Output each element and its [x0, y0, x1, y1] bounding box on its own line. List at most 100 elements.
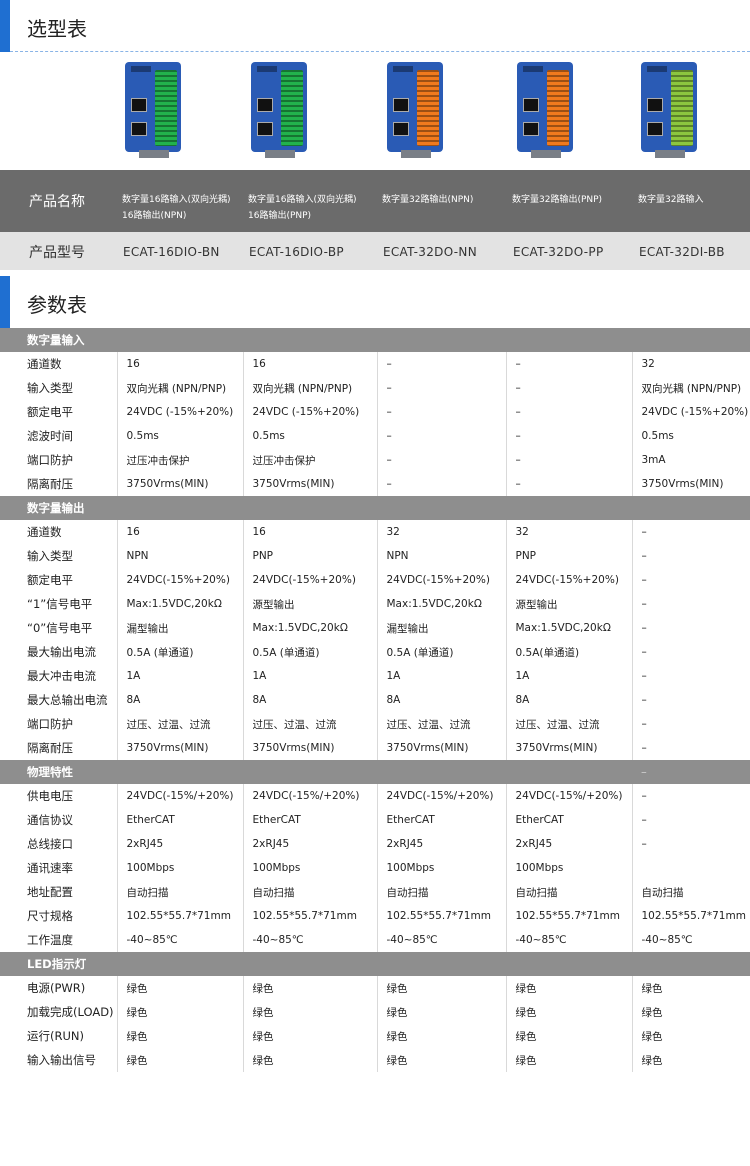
din-rail-clip [139, 150, 169, 158]
table-row: 地址配置 自动扫描 自动扫描 自动扫描 自动扫描 自动扫描 [0, 880, 750, 904]
din-rail-clip [401, 150, 431, 158]
param-value: 102.55*55.7*71mm [641, 910, 746, 922]
param-label: 最大输出电流 [0, 640, 118, 664]
category-cell [243, 328, 377, 352]
param-value: -40~85℃ [117, 928, 244, 952]
category-cell [506, 760, 632, 784]
category-row: LED指示灯 [0, 952, 750, 976]
param-value: 双向光耦 (NPN/PNP) [117, 376, 244, 400]
param-value: 0.5A (单通道) [377, 640, 507, 664]
product-name-line: 16路输出(PNP) [248, 211, 312, 221]
terminal-block [281, 70, 303, 146]
params-table: 数字量输入 通道数 16 16– –32 输入类型 双向光耦 (NPN/PNP) 双向光耦 (… [0, 328, 750, 1072]
product-name: 数字量32路输出(NPN) [382, 192, 473, 208]
param-value: 双向光耦 (NPN/PNP) [641, 382, 742, 395]
rj45-port-icon [131, 98, 147, 112]
category-cell [632, 328, 750, 352]
param-value: 绿色 [377, 1048, 507, 1072]
param-value: 24VDC (-15%+20%) [243, 400, 378, 424]
terminal-block [671, 70, 693, 146]
product-name: 数字量16路输入(双向光耦) 16路输出(PNP) [248, 192, 356, 224]
param-value: 100Mbps [117, 856, 244, 880]
table-row: 通讯速率 100Mbps 100Mbps 100Mbps 100Mbps [0, 856, 750, 880]
param-value: – [641, 790, 647, 802]
table-row: “1”信号电平 Max:1.5VDC,20kΩ 源型输出 Max:1.5VDC,20k… [0, 592, 750, 616]
param-value: Max:1.5VDC,20kΩ [506, 616, 633, 640]
param-value: 24VDC(-15%/+20%) [506, 784, 633, 808]
product-image [251, 62, 307, 158]
param-value: 3750Vrms(MIN) [377, 736, 507, 760]
param-value: 双向光耦 (NPN/PNP) [243, 376, 378, 400]
param-value: 3750Vrms(MIN) [243, 472, 378, 496]
param-value: 0.5A (单通道) [117, 640, 244, 664]
param-label: 通道数 [0, 352, 118, 376]
product-name: 数字量32路输入 [638, 192, 703, 208]
product-name-line: 数字量32路输入 [638, 195, 704, 205]
param-value: – [641, 694, 647, 706]
param-value: 绿色 [377, 1024, 507, 1048]
param-value: 1A [117, 664, 244, 688]
param-value: – [641, 646, 647, 658]
param-value: 100Mbps [377, 856, 507, 880]
param-value: 绿色 [506, 1000, 633, 1024]
param-value: Max:1.5VDC,20kΩ [117, 592, 244, 616]
param-value: -40~85℃ [506, 928, 633, 952]
param-value: Max:1.5VDC,20kΩ [243, 616, 378, 640]
param-label: 最大冲击电流 [0, 664, 118, 688]
param-value: 1A [377, 664, 507, 688]
param-label: 输入类型 [0, 376, 118, 400]
rj45-port-icon [393, 122, 409, 136]
table-row: 通道数 16 16 32 32– [0, 520, 750, 544]
param-value: – [506, 448, 633, 472]
param-value: 8A [506, 688, 633, 712]
category-cell [117, 760, 243, 784]
param-value: 自动扫描 [377, 880, 507, 904]
category-title: LED指示灯 [0, 952, 117, 976]
param-value [632, 856, 750, 880]
table-row: 端口防护 过压冲击保护 过压冲击保护 – –3mA [0, 448, 750, 472]
param-value: 0.5ms [641, 430, 674, 442]
table-row: 最大总输出电流 8A 8A 8A 8A – [0, 688, 750, 712]
param-value: 3750Vrms(MIN) [243, 736, 378, 760]
table-row: 加载完成(LOAD) 绿色 绿色 绿色 绿色 绿色 [0, 1000, 750, 1024]
param-value: 2xRJ45 [243, 832, 378, 856]
params-section-header: 参数表 [0, 276, 750, 328]
param-value: PNP [243, 544, 378, 568]
param-value: 100Mbps [506, 856, 633, 880]
module-logo [393, 66, 413, 72]
param-value: – [641, 574, 647, 586]
param-value: 32 [377, 520, 507, 544]
product-model: ECAT-16DIO-BN [123, 245, 220, 259]
param-value: 漏型输出 [377, 616, 507, 640]
table-row: 滤波时间 0.5ms 0.5ms – –0.5ms [0, 424, 750, 448]
param-value: 16 [243, 352, 378, 376]
category-title: 数字量输出 [0, 496, 117, 520]
param-value: – [377, 472, 507, 496]
param-value: – [506, 400, 633, 424]
param-value: 3750Vrms(MIN) [506, 736, 633, 760]
param-value: 24VDC(-15%/+20%) [117, 784, 244, 808]
param-value: 16 [117, 520, 244, 544]
param-value: – [506, 472, 633, 496]
terminal-block [155, 70, 177, 146]
category-cell [377, 760, 506, 784]
param-value: 0.5A(单通道) [506, 640, 633, 664]
param-value: 1A [243, 664, 378, 688]
rj45-port-icon [393, 98, 409, 112]
category-cell [243, 496, 377, 520]
param-value: 24VDC (-15%+20%) [117, 400, 244, 424]
param-value: – [641, 598, 647, 610]
table-row: 总线接口 2xRJ45 2xRJ45 2xRJ45 2xRJ45– [0, 832, 750, 856]
param-value: 自动扫描 [243, 880, 378, 904]
module-logo [647, 66, 667, 72]
category-cell [117, 496, 243, 520]
param-value: 漏型输出 [117, 616, 244, 640]
table-row: 输入输出信号 绿色 绿色 绿色 绿色 绿色 [0, 1048, 750, 1072]
param-label: 滤波时间 [0, 424, 118, 448]
param-value: 过压、过温、过流 [506, 712, 633, 736]
param-value: 8A [117, 688, 244, 712]
param-label: 输入输出信号 [0, 1048, 118, 1072]
param-value: 绿色 [506, 1048, 633, 1072]
table-row: 工作温度 -40~85℃ -40~85℃ -40~85℃ -40~85℃ -40~85℃ [0, 928, 750, 952]
category-cell [632, 952, 750, 976]
